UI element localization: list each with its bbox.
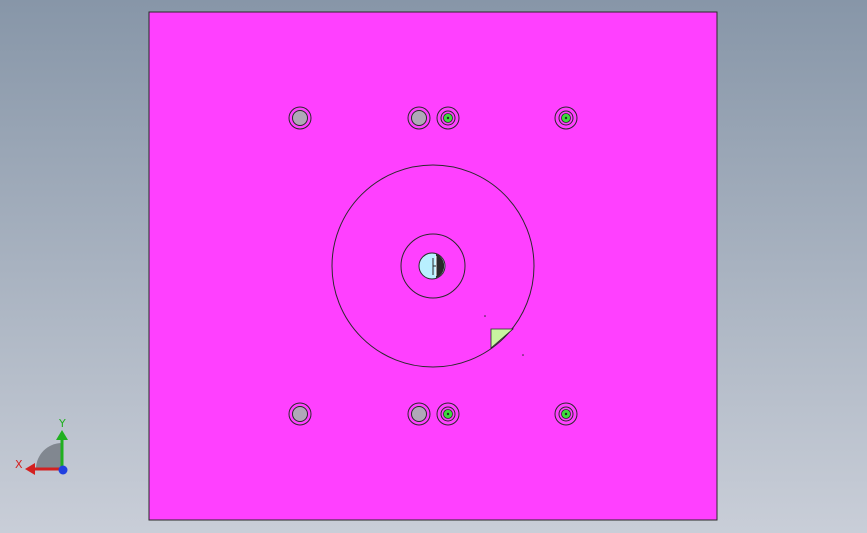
z-axis-dot — [58, 465, 68, 475]
hole-plain[interactable] — [407, 402, 431, 426]
hole-plain[interactable] — [407, 106, 431, 130]
sketch-point — [484, 315, 486, 317]
sketch-point — [522, 354, 524, 356]
center-bore[interactable] — [418, 252, 446, 280]
x-axis-label: X — [15, 458, 23, 471]
cad-viewport[interactable]: Y X — [0, 0, 867, 533]
hole-plain[interactable] — [288, 402, 312, 426]
y-axis-arrowhead — [56, 430, 68, 440]
view-triad[interactable]: Y X — [15, 417, 68, 475]
triad-plane-shading — [36, 443, 62, 469]
y-axis-label: Y — [58, 417, 66, 430]
hole-plain[interactable] — [288, 106, 312, 130]
x-axis-arrowhead — [25, 463, 35, 475]
